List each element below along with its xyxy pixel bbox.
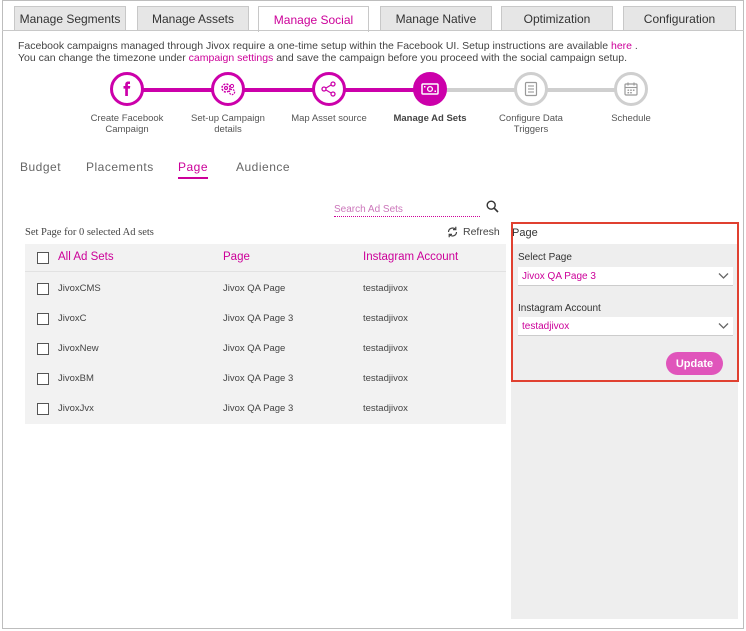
row-checkbox[interactable]	[37, 403, 49, 415]
adsets-table: All Ad Sets Page Instagram Account Jivox…	[25, 244, 506, 424]
row-checkbox[interactable]	[37, 283, 49, 295]
tab-manage-assets[interactable]: Manage Assets	[137, 6, 249, 30]
info-line1-suffix: .	[632, 40, 638, 52]
setup-info: Facebook campaigns managed through Jivox…	[18, 40, 638, 64]
subtab-audience[interactable]: Audience	[236, 160, 290, 174]
list-icon	[524, 81, 538, 97]
main-tabs: Manage Segments Manage Assets Manage Soc…	[14, 6, 738, 32]
table-row[interactable]: JivoxCMS Jivox QA Page testadjivox	[25, 274, 506, 304]
tab-manage-native[interactable]: Manage Native	[380, 6, 492, 30]
header-all-ad-sets[interactable]: All Ad Sets	[58, 251, 114, 263]
table-row[interactable]: JivoxJvx Jivox QA Page 3 testadjivox	[25, 394, 506, 424]
table-row[interactable]: JivoxC Jivox QA Page 3 testadjivox	[25, 304, 506, 334]
table-row[interactable]: JivoxBM Jivox QA Page 3 testadjivox	[25, 364, 506, 394]
row-instagram: testadjivox	[363, 343, 408, 354]
step-create-facebook-campaign[interactable]	[110, 72, 144, 106]
row-adset-name: JivoxBM	[58, 373, 94, 384]
search-icon[interactable]	[486, 200, 499, 213]
row-page: Jivox QA Page	[223, 283, 286, 294]
step-label-manage-ad-sets: Manage Ad Sets	[393, 113, 467, 124]
info-line1-text: Facebook campaigns managed through Jivox…	[18, 40, 611, 52]
campaign-settings-link[interactable]: campaign settings	[189, 52, 274, 64]
step-label-create-facebook-campaign: Create Facebook Campaign	[90, 113, 164, 135]
step-setup-campaign-details[interactable]	[211, 72, 245, 106]
subtab-placements[interactable]: Placements	[86, 160, 154, 174]
stepper-track-done	[127, 88, 431, 92]
info-line2-text: You can change the timezone under	[18, 52, 189, 64]
row-page: Jivox QA Page	[223, 343, 286, 354]
row-instagram: testadjivox	[363, 373, 408, 384]
row-adset-name: JivoxNew	[58, 343, 99, 354]
select-all-checkbox[interactable]	[37, 252, 49, 264]
row-page: Jivox QA Page 3	[223, 313, 294, 324]
step-label-configure-data-triggers: Configure Data Triggers	[499, 113, 563, 135]
row-page: Jivox QA Page 3	[223, 403, 294, 414]
share-nodes-icon	[321, 81, 336, 97]
adset-search	[334, 200, 502, 217]
calendar-icon	[624, 82, 638, 96]
row-instagram: testadjivox	[363, 403, 408, 414]
refresh-icon	[447, 226, 458, 238]
header-page: Page	[223, 251, 250, 263]
setup-instructions-link[interactable]: here	[611, 40, 632, 52]
table-header: All Ad Sets Page Instagram Account	[25, 244, 506, 272]
tab-manage-segments[interactable]: Manage Segments	[14, 6, 126, 30]
info-line2-suffix: and save the campaign before you proceed…	[273, 52, 628, 64]
refresh-label: Refresh	[463, 226, 500, 238]
tab-optimization[interactable]: Optimization	[501, 6, 613, 30]
header-instagram-account: Instagram Account	[363, 251, 459, 263]
subtab-page[interactable]: Page	[178, 160, 209, 179]
row-checkbox[interactable]	[37, 373, 49, 385]
search-adsets-input[interactable]	[334, 202, 480, 217]
step-label-schedule: Schedule	[611, 113, 651, 124]
refresh-button[interactable]: Refresh	[446, 226, 500, 238]
step-label-setup-campaign-details: Set-up Campaign details	[191, 113, 265, 135]
step-map-asset-source[interactable]	[312, 72, 346, 106]
step-schedule[interactable]	[614, 72, 648, 106]
table-row[interactable]: JivoxNew Jivox QA Page testadjivox	[25, 334, 506, 364]
row-instagram: testadjivox	[363, 313, 408, 324]
row-adset-name: JivoxJvx	[58, 403, 94, 414]
tab-divider	[2, 30, 744, 31]
row-page: Jivox QA Page 3	[223, 373, 294, 384]
panel-highlight-border	[511, 222, 739, 382]
setup-stepper: Create Facebook Campaign Set-up Campaign…	[80, 72, 680, 142]
money-icon	[421, 83, 439, 95]
row-adset-name: JivoxC	[58, 313, 87, 324]
row-instagram: testadjivox	[363, 283, 408, 294]
facebook-icon	[123, 81, 131, 96]
row-checkbox[interactable]	[37, 313, 49, 325]
row-checkbox[interactable]	[37, 343, 49, 355]
subtab-budget[interactable]: Budget	[20, 160, 61, 174]
tab-configuration[interactable]: Configuration	[623, 6, 736, 30]
selected-adsets-info: Set Page for 0 selected Ad sets	[25, 227, 154, 238]
tab-manage-social[interactable]: Manage Social	[258, 6, 369, 32]
row-adset-name: JivoxCMS	[58, 283, 101, 294]
step-manage-ad-sets[interactable]	[413, 72, 447, 106]
step-configure-data-triggers[interactable]	[514, 72, 548, 106]
step-label-map-asset-source: Map Asset source	[291, 113, 367, 124]
gears-icon	[221, 83, 236, 96]
